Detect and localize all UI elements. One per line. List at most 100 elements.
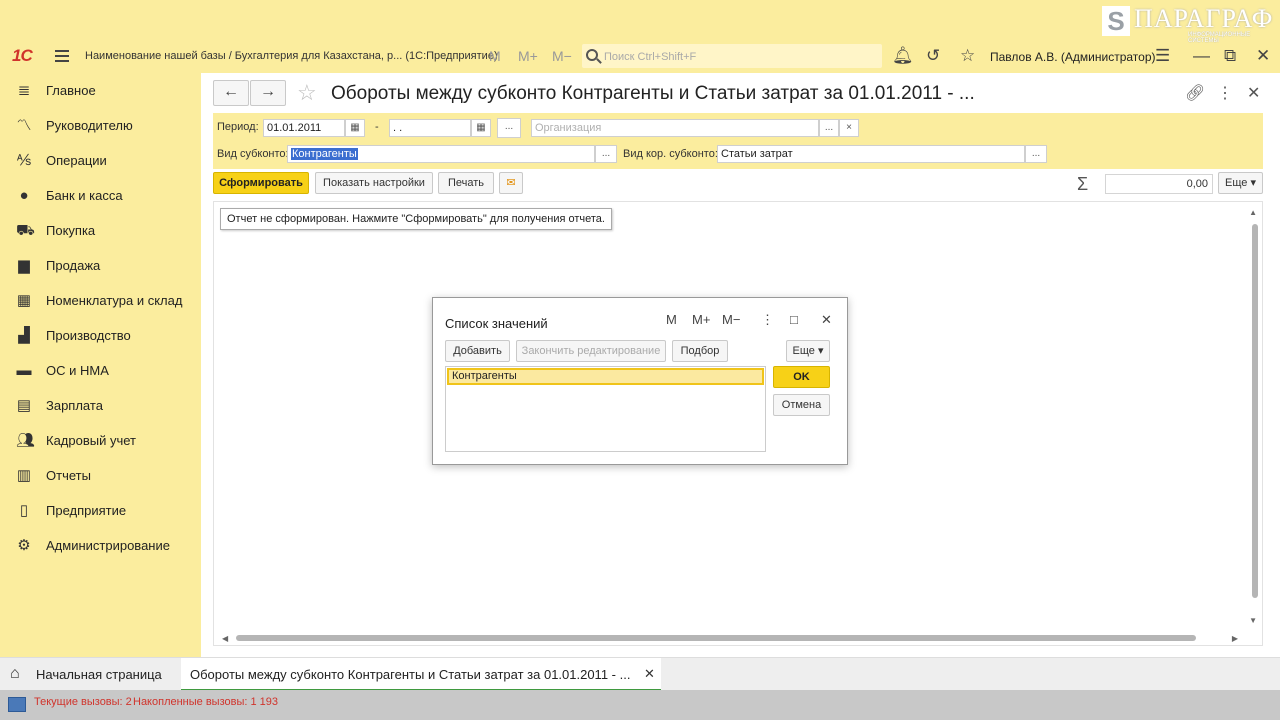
main-menu-icon[interactable] [55,50,69,62]
dialog-more-vertical-icon[interactable]: ⋮ [761,312,774,328]
sum-sigma-icon[interactable]: Σ [1077,174,1088,195]
scroll-up-icon[interactable]: ▲ [1249,208,1257,217]
tab-report-label: Обороты между субконто Контрагенты и Ста… [190,667,631,682]
status-bar: Текущие вызовы: 2 Накопленные вызовы: 1 … [0,690,1280,720]
sidebar-item-assets[interactable]: ▬ ОС и НМА [0,355,200,390]
dialog-mem-m-button[interactable]: M [666,312,677,327]
tab-home[interactable]: ⌂ Начальная страница [0,658,178,691]
filter-panel: Период: 01.01.2011 ▦ - . . ▦ ... Организ… [213,113,1263,169]
mem-plus-button[interactable]: M+ [518,48,538,64]
sidebar-item-sales[interactable]: ▆ Продажа [0,250,200,285]
favorite-star-icon[interactable]: ☆ [297,80,317,106]
sidebar-item-purchase[interactable]: ⛟ Покупка [0,215,200,250]
user-name[interactable]: Павлов А.В. (Администратор) [990,50,1156,64]
values-list[interactable]: Контрагенты [445,366,766,452]
sidebar-item-manager[interactable]: 〽 Руководителю [0,110,200,145]
open-windows-bar: ⌂ Начальная страница Обороты между субко… [0,657,1280,691]
search-icon [586,49,598,61]
horizontal-scrollbar[interactable] [236,635,1196,641]
settings-menu-icon[interactable]: ☰ [1155,46,1170,66]
scroll-down-icon[interactable]: ▼ [1249,616,1257,625]
organization-field[interactable]: Организация [531,119,819,137]
email-icon[interactable]: ✉ [499,172,523,194]
calendar-icon[interactable]: ▦ [345,119,365,137]
mem-m-button[interactable]: M [489,48,501,64]
chart-line-icon: 〽 [16,117,32,134]
gear-icon: ⚙︎ [17,537,31,554]
back-button[interactable]: ← [213,80,249,106]
dialog-title: Список значений [445,316,548,331]
vertical-scrollbar[interactable] [1252,224,1258,598]
scroll-left-icon[interactable]: ◀ [222,634,228,643]
sidebar-item-main[interactable]: ≣ Главное [0,75,200,110]
period-from-field[interactable]: 01.01.2011 [263,119,345,137]
dialog-maximize-icon[interactable]: □ [790,312,798,327]
sidebar-item-label: Кадровый учет [46,433,136,448]
pick-button[interactable]: Подбор [672,340,728,362]
operations-icon: ⅍ [16,152,32,169]
generate-button[interactable]: Сформировать [213,172,309,194]
sidebar-item-inventory[interactable]: ▦ Номенклатура и склад [0,285,200,320]
wallet-icon: ▤ [16,397,32,414]
minimize-icon[interactable]: — [1193,46,1210,66]
add-button[interactable]: Добавить [445,340,510,362]
forward-button[interactable]: → [250,80,286,106]
sidebar-item-reports[interactable]: ▥ Отчеты [0,460,200,495]
ok-button[interactable]: OK [773,366,830,388]
close-icon[interactable]: ✕ [1247,83,1260,103]
list-item[interactable]: Контрагенты [447,368,764,385]
cart-icon: ⛟ [16,222,35,239]
dialog-close-icon[interactable]: ✕ [821,312,832,328]
calendar-icon[interactable]: ▦ [471,119,491,137]
show-settings-button[interactable]: Показать настройки [315,172,433,194]
bell-icon[interactable]: 🔔︎ [892,46,914,66]
sidebar-item-bank[interactable]: ● Банк и касса [0,180,200,215]
more-vertical-icon[interactable]: ⋮ [1217,83,1233,103]
sidebar-item-enterprise[interactable]: ▯ Предприятие [0,495,200,530]
sidebar-item-label: Предприятие [46,503,127,518]
tab-home-label: Начальная страница [36,667,162,682]
sidebar-item-admin[interactable]: ⚙︎ Администрирование [0,530,200,565]
document-icon: ▯ [19,502,29,519]
sidebar-item-label: Операции [46,153,107,168]
sidebar-item-salary[interactable]: ▤ Зарплата [0,390,200,425]
organization-select-button[interactable]: ... [819,119,839,137]
sidebar-item-operations[interactable]: ⅍ Операции [0,145,200,180]
favorites-star-icon[interactable]: ☆ [960,46,975,66]
subconto-select-button[interactable]: ... [595,145,617,163]
sidebar-item-label: Руководителю [46,118,133,133]
sidebar-item-hr[interactable]: 👥︎ Кадровый учет [0,425,200,460]
scroll-right-icon[interactable]: ▶ [1232,634,1238,643]
sidebar-item-label: Администрирование [46,538,170,553]
people-icon: 👥︎ [16,432,36,449]
search-placeholder: Поиск Ctrl+Shift+F [604,51,697,63]
cancel-button[interactable]: Отмена [773,394,830,416]
more-button[interactable]: Еще ▾ [1218,172,1263,194]
close-app-icon[interactable]: ✕ [1256,46,1270,66]
link-icon[interactable]: 🔗︎ [1185,83,1205,103]
dialog-more-button[interactable]: Еще ▾ [786,340,830,362]
restore-window-icon[interactable]: ⧉ [1224,46,1236,66]
history-icon[interactable]: ↺ [926,46,940,66]
performance-icon[interactable] [8,697,26,712]
dialog-mem-minus-button[interactable]: M− [722,312,740,327]
tab-report[interactable]: Обороты между субконто Контрагенты и Ста… [181,658,661,691]
print-button[interactable]: Печать [438,172,494,194]
bar-chart-icon: ▥ [16,467,32,484]
menu-list-icon: ≣ [17,82,31,99]
corr-subconto-select-button[interactable]: ... [1025,145,1047,163]
paragraf-logo: S ПАРАГРАФ ИНФОРМАЦИОННЫЕ СИСТЕМЫ [1102,4,1274,44]
mem-minus-button[interactable]: M− [552,48,572,64]
brand-name: ПАРАГРАФ [1134,4,1274,33]
1c-logo[interactable]: 1С [12,46,33,66]
subconto-field[interactable]: Контрагенты [287,145,595,163]
dialog-mem-plus-button[interactable]: M+ [692,312,710,327]
truck-icon: ▬ [16,362,32,379]
organization-clear-button[interactable]: × [839,119,859,137]
corr-subconto-field[interactable]: Статьи затрат [717,145,1025,163]
sidebar-item-label: Покупка [46,223,96,238]
sidebar-item-production[interactable]: ▟ Производство [0,320,200,355]
period-to-field[interactable]: . . [389,119,471,137]
period-select-button[interactable]: ... [497,118,521,138]
tab-close-icon[interactable]: ✕ [644,666,655,682]
